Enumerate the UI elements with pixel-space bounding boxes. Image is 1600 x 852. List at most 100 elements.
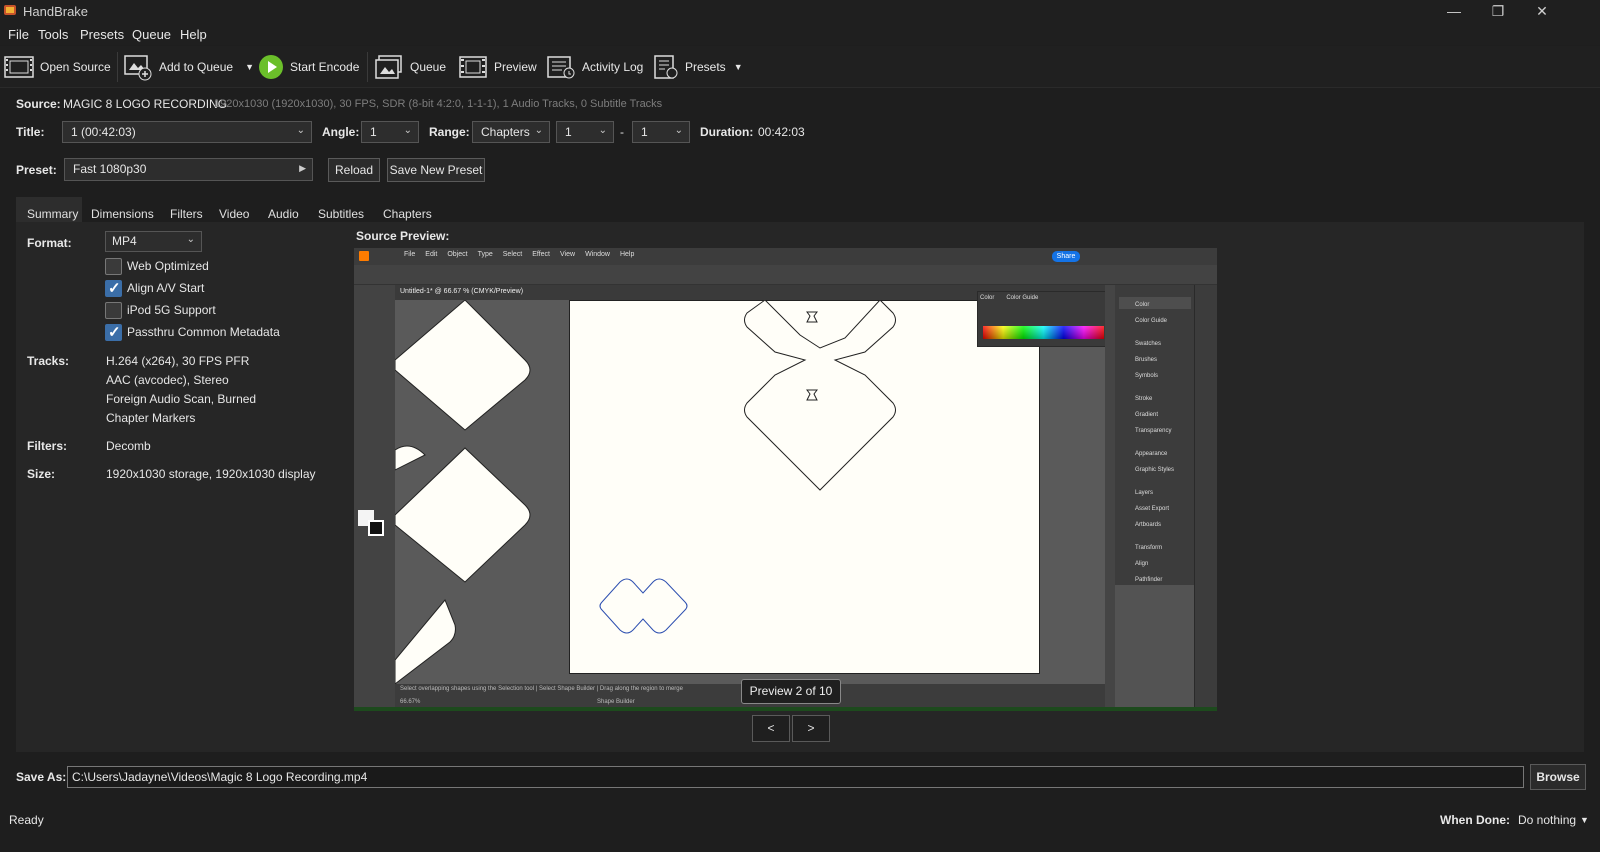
tab-audio[interactable]: Audio	[268, 207, 299, 221]
previous-preview-button[interactable]: <	[752, 715, 790, 742]
range-end-select[interactable]: 1 ⌄	[632, 121, 690, 143]
preset-value: Fast 1080p30	[73, 162, 147, 176]
preset-label: Preset:	[16, 163, 57, 177]
presets-icon	[654, 55, 678, 79]
inner-stroke-swatch	[368, 520, 384, 536]
inner-current-tool: Shape Builder	[597, 699, 635, 705]
filters-value: Decomb	[106, 439, 151, 453]
tab-video[interactable]: Video	[219, 207, 249, 221]
status-text: Ready	[9, 813, 44, 827]
illustrator-logo-icon	[359, 251, 369, 261]
handbrake-logo-icon	[4, 5, 16, 15]
chevron-down-icon[interactable]: ▼	[734, 62, 743, 72]
chevron-down-icon[interactable]: ▼	[245, 62, 254, 72]
menu-help[interactable]: Help	[180, 27, 207, 42]
add-to-queue-label: Add to Queue	[159, 60, 234, 74]
activity-log-button[interactable]: Activity Log	[546, 51, 643, 83]
inner-panel-dock	[1194, 285, 1217, 711]
inner-share-button: Share	[1052, 251, 1080, 262]
title-label: Title:	[16, 125, 45, 139]
inner-menu-item: Help	[619, 251, 635, 258]
preview-counter: Preview 2 of 10	[741, 679, 841, 704]
tab-summary[interactable]: Summary	[27, 207, 78, 221]
open-source-button[interactable]: Open Source	[4, 51, 111, 83]
tab-filters[interactable]: Filters	[170, 207, 203, 221]
inner-toolbox	[354, 285, 395, 711]
inner-panel-name: Graphic Styles	[1135, 467, 1175, 473]
toolbar-divider	[367, 52, 368, 82]
duration-value: 00:42:03	[758, 125, 805, 139]
save-as-path-input[interactable]: C:\Users\Jadayne\Videos\Magic 8 Logo Rec…	[67, 766, 1524, 788]
menu-presets[interactable]: Presets	[80, 27, 124, 42]
range-end-value: 1	[641, 125, 648, 139]
tab-dimensions[interactable]: Dimensions	[91, 207, 154, 221]
inner-scrollbar	[1105, 285, 1115, 711]
inner-control-bar	[354, 265, 1217, 285]
inner-panel-name: Pathfinder	[1135, 577, 1163, 583]
preview-label: Preview	[494, 60, 537, 74]
tab-subtitles[interactable]: Subtitles	[318, 207, 364, 221]
status-bar	[0, 802, 1600, 852]
start-encode-button[interactable]: Start Encode	[258, 51, 359, 83]
preview-button[interactable]: Preview	[458, 51, 537, 83]
inner-menu-item: Edit	[425, 251, 438, 258]
when-done-select[interactable]: Do nothing ▼	[1518, 813, 1589, 827]
save-as-label: Save As:	[16, 770, 67, 784]
next-preview-button[interactable]: >	[792, 715, 830, 742]
angle-select[interactable]: 1 ⌄	[361, 121, 419, 143]
inner-panel-name: Align	[1135, 561, 1149, 567]
chevron-down-icon: ⌄	[403, 125, 412, 136]
inner-menu-item: Effect	[532, 251, 551, 258]
inner-panel-name: Swatches	[1135, 341, 1162, 347]
queue-button[interactable]: Queue	[374, 51, 446, 83]
when-done-label: When Done:	[1440, 813, 1510, 827]
range-type-select[interactable]: Chapters ⌄	[472, 121, 550, 143]
start-encode-label: Start Encode	[290, 60, 360, 74]
close-button[interactable]: ✕	[1520, 0, 1564, 23]
preview-icon	[459, 56, 487, 78]
open-source-label: Open Source	[40, 60, 111, 74]
angle-label: Angle:	[322, 125, 360, 139]
inner-menu-item: View	[560, 251, 576, 258]
range-start-select[interactable]: 1 ⌄	[556, 121, 614, 143]
menu-tools[interactable]: Tools	[38, 27, 68, 42]
presets-button[interactable]: Presets ▼	[653, 51, 743, 83]
inner-panel-name: Transparency	[1135, 428, 1172, 434]
source-name: MAGIC 8 LOGO RECORDING	[63, 97, 228, 111]
add-to-queue-button[interactable]: Add to Queue ▼	[123, 51, 254, 83]
format-select[interactable]: MP4 ⌄	[105, 231, 202, 252]
inner-panel-name: Layers	[1135, 490, 1154, 496]
inner-menu: File Edit Object Type Select Effect View…	[404, 251, 634, 258]
duration-label: Duration:	[700, 125, 754, 139]
inner-color-tab: Color Guide	[1006, 295, 1039, 301]
ipod-5g-support-checkbox[interactable]	[105, 302, 122, 319]
browse-button[interactable]: Browse	[1530, 764, 1586, 790]
source-info: 1920x1030 (1920x1030), 30 FPS, SDR (8-bi…	[214, 98, 663, 110]
title-select[interactable]: 1 (00:42:03) ⌄	[62, 121, 312, 143]
menu-file[interactable]: File	[8, 27, 29, 42]
angle-value: 1	[370, 125, 377, 139]
menu-queue[interactable]: Queue	[132, 27, 171, 42]
align-av-start-checkbox[interactable]	[105, 279, 122, 297]
passthru-metadata-checkbox[interactable]	[105, 323, 122, 341]
tracks-label: Tracks:	[27, 354, 70, 368]
inner-status-hint: Select overlapping shapes using the Sele…	[400, 686, 683, 692]
source-label: Source:	[16, 97, 61, 111]
inner-menu-item: Object	[447, 251, 468, 258]
window-title: HandBrake	[23, 4, 89, 19]
minimize-button[interactable]: —	[1432, 0, 1476, 23]
inner-zoom: 66.67%	[400, 699, 421, 705]
chevron-down-icon: ⌄	[186, 234, 195, 245]
maximize-button[interactable]: ❐	[1476, 0, 1520, 23]
ipod-5g-support-label: iPod 5G Support	[127, 303, 216, 317]
inner-panel-name: Stroke	[1135, 396, 1153, 402]
tab-chapters[interactable]: Chapters	[383, 207, 432, 221]
save-new-preset-button[interactable]: Save New Preset	[387, 158, 485, 182]
chevron-right-icon: ▶	[299, 163, 306, 173]
preset-select[interactable]: Fast 1080p30 ▶	[64, 158, 313, 181]
menu-bar: File Tools Presets Queue Help	[0, 23, 1600, 45]
reload-button[interactable]: Reload	[328, 158, 380, 182]
web-optimized-checkbox[interactable]	[105, 258, 122, 275]
activity-log-icon	[547, 56, 575, 79]
film-icon	[4, 56, 34, 78]
